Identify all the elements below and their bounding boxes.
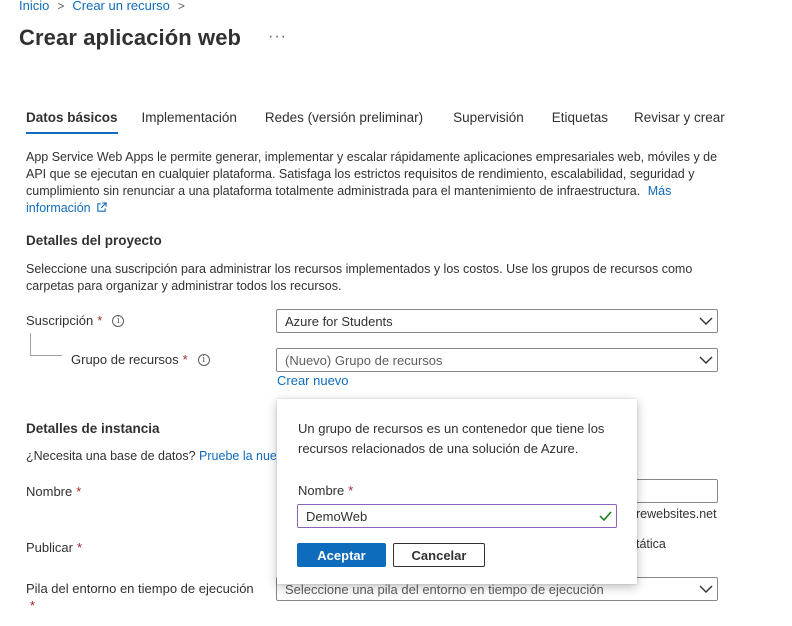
intro-paragraph: App Service Web Apps le permite generar,… <box>26 149 726 217</box>
popup-name-label: Nombre * <box>298 483 354 498</box>
page-title: Crear aplicación web <box>19 25 242 50</box>
publish-option-static[interactable]: tática <box>636 537 666 551</box>
create-resource-group-popup: Un grupo de recursos es un contenedor qu… <box>277 399 637 584</box>
intro-text: App Service Web Apps le permite generar,… <box>26 150 718 198</box>
chevron-down-icon <box>695 585 717 594</box>
chevron-down-icon <box>695 317 717 326</box>
resource-group-label: Grupo de recursos * i <box>71 352 210 367</box>
publish-label: Publicar * <box>26 540 83 555</box>
tab-monitoring[interactable]: Supervisión <box>453 110 524 134</box>
tab-review-create[interactable]: Revisar y crear <box>634 110 725 134</box>
runtime-stack-label: Pila del entorno en tiempo de ejecución <box>26 581 254 596</box>
project-description: Seleccione una suscripción para administ… <box>26 262 693 293</box>
chevron-right-icon: > <box>177 0 185 13</box>
tab-networking[interactable]: Redes (versión preliminar) <box>265 110 423 134</box>
name-label: Nombre * <box>26 484 82 499</box>
resource-group-name-value: DemoWeb <box>306 508 368 524</box>
resource-group-value: (Nuevo) Grupo de recursos <box>285 352 443 368</box>
create-new-link[interactable]: Crear nuevo <box>277 373 349 388</box>
tab-basics[interactable]: Datos básicos <box>26 110 118 134</box>
chevron-right-icon: > <box>57 0 65 13</box>
tab-tags[interactable]: Etiquetas <box>552 110 608 134</box>
required-mark: * <box>97 313 103 328</box>
tab-bar: Datos básicos Implementación Redes (vers… <box>26 110 749 134</box>
info-icon[interactable]: i <box>112 314 125 327</box>
more-options-icon[interactable]: ··· <box>268 28 287 46</box>
chevron-down-icon <box>695 356 717 365</box>
project-details-heading: Detalles del proyecto <box>26 233 162 248</box>
required-mark: * <box>76 484 82 499</box>
cancel-button[interactable]: Cancelar <box>393 543 485 567</box>
subscription-dropdown[interactable]: Azure for Students <box>276 309 718 333</box>
resource-group-dropdown[interactable]: (Nuevo) Grupo de recursos <box>276 348 718 372</box>
required-mark: * <box>76 540 83 555</box>
database-question: ¿Necesita una base de datos? Pruebe la n… <box>26 449 276 463</box>
tree-connector <box>30 333 31 355</box>
required-mark: * <box>30 598 36 613</box>
tab-deployment[interactable]: Implementación <box>142 110 237 134</box>
required-mark: * <box>348 483 354 498</box>
info-icon[interactable]: i <box>197 353 210 366</box>
checkmark-icon <box>594 511 616 521</box>
resource-group-name-input[interactable]: DemoWeb <box>297 504 617 528</box>
external-link-icon <box>97 202 107 212</box>
accept-button[interactable]: Aceptar <box>297 543 386 567</box>
subscription-value: Azure for Students <box>285 313 393 329</box>
breadcrumb: Inicio > Crear un recurso > <box>19 0 185 13</box>
domain-suffix: rewebsites.net <box>636 507 717 521</box>
required-mark: * <box>182 352 188 367</box>
tree-connector <box>30 355 62 356</box>
popup-description: Un grupo de recursos es un contenedor qu… <box>298 421 605 456</box>
instance-details-heading: Detalles de instancia <box>26 421 160 436</box>
breadcrumb-home-link[interactable]: Inicio <box>19 0 49 13</box>
subscription-label: Suscripción * i <box>26 313 125 328</box>
breadcrumb-create-resource-link[interactable]: Crear un recurso <box>72 0 170 13</box>
try-database-link[interactable]: Pruebe la nue <box>199 449 276 463</box>
